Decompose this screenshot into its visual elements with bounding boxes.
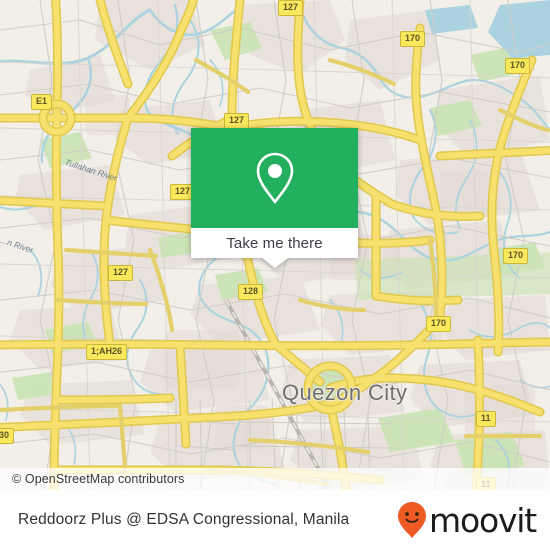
map-canvas[interactable]: E11271271271271281;AH2630170170170170111… [0,0,550,490]
road-shield: 170 [400,31,426,47]
road-shield: 1;AH26 [86,344,128,360]
road-shield: E1 [31,94,53,110]
road-shield: 127 [224,113,250,129]
road-shield: 30 [0,428,15,444]
place-label: Quezon City [282,380,408,405]
road-shield: 170 [426,316,452,332]
moovit-wordmark: moovit [429,500,537,540]
road-shield: 170 [503,248,529,264]
moovit-smiley-pin-icon [398,502,427,538]
road-shield: 170 [505,58,531,74]
road-shield: 127 [108,265,134,281]
attribution-text[interactable]: © OpenStreetMap contributors [12,472,185,486]
map-screenshot: E11271271271271281;AH2630170170170170111… [0,0,550,550]
location-callout-popup[interactable]: Take me there [191,128,358,268]
footer-bar: Reddoorz Plus @ EDSA Congressional, Mani… [0,490,550,550]
map-attribution: © OpenStreetMap contributors [0,468,550,490]
callout-header [191,128,358,228]
callout-action-bar[interactable]: Take me there [191,228,358,258]
moovit-logo[interactable]: moovit [397,500,537,540]
take-me-there-label[interactable]: Take me there [226,235,322,252]
location-title: Reddoorz Plus @ EDSA Congressional, Mani… [18,511,350,528]
road-shield: 127 [278,0,304,16]
road-shield: 128 [238,284,264,300]
road-shield: 11 [476,411,496,427]
map-pin-icon [256,152,293,204]
callout-tail [261,258,288,268]
